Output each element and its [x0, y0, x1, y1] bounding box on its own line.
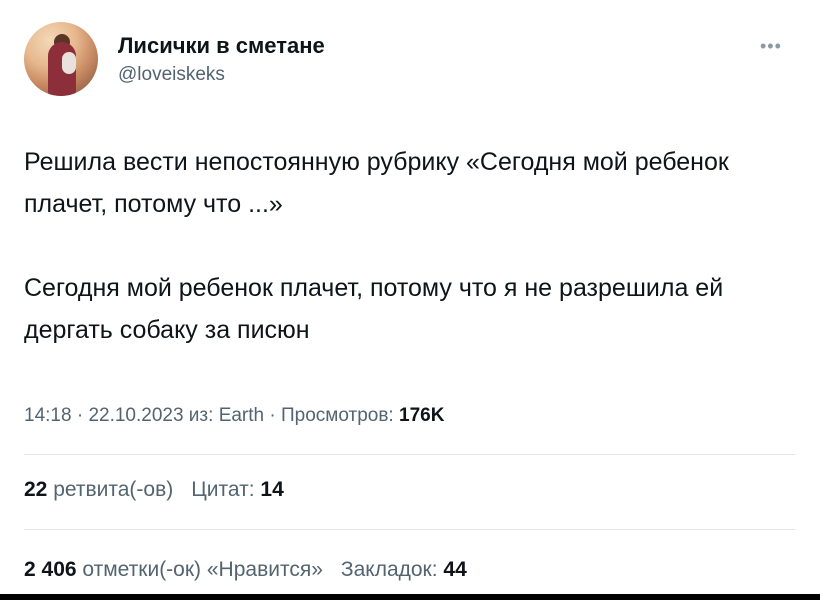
likes-count: 2 406	[24, 558, 77, 581]
bookmarks-count: 44	[443, 558, 467, 581]
quotes-label: Цитат:	[191, 478, 261, 501]
quotes-link[interactable]: Цитат: 14	[191, 478, 284, 501]
more-options-icon[interactable]: •••	[760, 36, 782, 57]
likes-label: отметки(-ок) «Нравится»	[76, 558, 323, 581]
quotes-count: 14	[260, 478, 284, 501]
likes-link[interactable]: 2 406 отметки(-ок) «Нравится»	[24, 558, 323, 581]
bookmarks-link[interactable]: Закладок: 44	[341, 558, 467, 581]
tweet-time[interactable]: 14:18	[24, 405, 72, 426]
meta-separator: ·	[71, 405, 89, 426]
views-label: Просмотров:	[281, 405, 399, 426]
tweet-text: Решила вести непостоянную рубрику «Сегод…	[24, 141, 794, 351]
tweet-card: Лисички в сметане @loveiskeks ••• Решила…	[0, 0, 820, 600]
retweets-count: 22	[24, 478, 48, 501]
retweets-link[interactable]: 22 ретвита(-ов)	[24, 478, 173, 501]
tweet-metadata: 14:18 · 22.10.2023 из: Earth · Просмотро…	[24, 405, 444, 427]
bottom-edge	[0, 594, 820, 600]
retweet-quote-stats: 22 ретвита(-ов) Цитат: 14	[24, 478, 284, 502]
author-display-name[interactable]: Лисички в сметане	[118, 33, 325, 59]
divider	[24, 529, 795, 530]
avatar-child-shape	[62, 52, 76, 74]
author-handle[interactable]: @loveiskeks	[118, 64, 225, 86]
tweet-paragraph-1: Решила вести непостоянную рубрику «Сегод…	[24, 148, 729, 218]
tweet-paragraph-2: Сегодня мой ребенок плачет, потому что я…	[24, 274, 724, 344]
bookmarks-label: Закладок:	[340, 558, 444, 581]
avatar[interactable]	[24, 22, 98, 96]
views-count: 176K	[399, 405, 445, 426]
retweets-label: ретвита(-ов)	[47, 478, 174, 501]
divider	[24, 454, 795, 455]
likes-bookmarks-stats: 2 406 отметки(-ок) «Нравится» Закладок: 4…	[24, 558, 467, 582]
tweet-date[interactable]: 22.10.2023	[88, 405, 183, 426]
tweet-source: из: Earth	[183, 405, 265, 426]
meta-separator: ·	[264, 405, 281, 426]
